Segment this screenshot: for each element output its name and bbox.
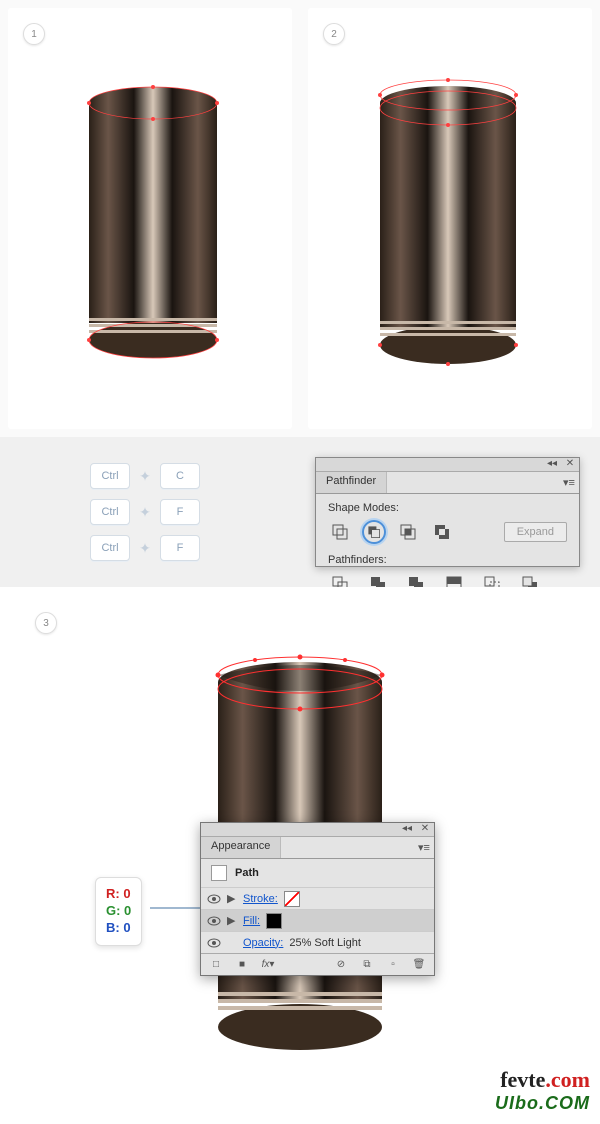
key-f: F xyxy=(160,499,200,525)
pathfinder-panel: ◂◂ ✕ Pathfinder ▾≡ Shape Modes: Expand P… xyxy=(315,457,580,567)
add-stroke-icon[interactable]: □ xyxy=(205,956,227,974)
cylinder-illustration-1 xyxy=(78,78,228,378)
collapse-icon[interactable]: ◂◂ xyxy=(398,823,416,836)
stroke-swatch-none[interactable] xyxy=(284,891,300,907)
rgb-g: G: 0 xyxy=(106,903,131,920)
rgb-r: R: 0 xyxy=(106,886,131,903)
shape-modes-label: Shape Modes: xyxy=(328,502,567,514)
fill-row[interactable]: ▶ Fill: xyxy=(201,909,434,931)
plus-icon: ✦ xyxy=(138,469,152,483)
shortcut-copy: Ctrl ✦ C xyxy=(90,463,300,489)
new-icon[interactable]: ▫ xyxy=(382,956,404,974)
opacity-value: 25% Soft Light xyxy=(289,937,361,949)
minus-front-icon[interactable] xyxy=(362,520,386,544)
stroke-label[interactable]: Stroke: xyxy=(243,893,278,905)
appearance-footer: □ ■ fx▾ ⊘ ⧉ ▫ 🗑 xyxy=(201,953,434,975)
key-c: C xyxy=(160,463,200,489)
keyboard-shortcuts: Ctrl ✦ C Ctrl ✦ F Ctrl ✦ F xyxy=(0,457,300,567)
shortcut-paste-front-1: Ctrl ✦ F xyxy=(90,499,300,525)
expand-arrow-icon[interactable]: ▶ xyxy=(227,914,237,927)
visibility-icon[interactable] xyxy=(207,916,221,926)
step-2-cell: 2 xyxy=(308,8,592,429)
panel-menu-icon[interactable]: ▾≡ xyxy=(414,837,434,858)
rgb-b: B: 0 xyxy=(106,920,131,937)
panel-topbar: ◂◂ ✕ xyxy=(316,458,579,472)
close-icon[interactable]: ✕ xyxy=(561,458,579,471)
key-ctrl: Ctrl xyxy=(90,499,130,525)
expand-arrow-icon[interactable]: ▶ xyxy=(227,892,237,905)
collapse-icon[interactable]: ◂◂ xyxy=(543,458,561,471)
exclude-icon[interactable] xyxy=(430,520,454,544)
add-fill-icon[interactable]: ■ xyxy=(231,956,253,974)
appearance-title-row: Path xyxy=(201,859,434,887)
key-ctrl: Ctrl xyxy=(90,463,130,489)
opacity-label[interactable]: Opacity: xyxy=(243,937,283,949)
appearance-panel: ◂◂ ✕ Appearance ▾≡ Path ▶ Stroke: ▶ Fill… xyxy=(200,822,435,976)
close-icon[interactable]: ✕ xyxy=(416,823,434,836)
add-effect-icon[interactable]: fx▾ xyxy=(257,956,279,974)
step-badge-1: 1 xyxy=(23,23,45,45)
pathfinders-label: Pathfinders: xyxy=(328,554,567,566)
rgb-values-box: R: 0 G: 0 B: 0 xyxy=(95,877,142,946)
panel-menu-icon[interactable]: ▾≡ xyxy=(559,472,579,493)
key-f: F xyxy=(160,535,200,561)
step-badge-2: 2 xyxy=(323,23,345,45)
intersect-icon[interactable] xyxy=(396,520,420,544)
clear-icon[interactable]: ⊘ xyxy=(330,956,352,974)
fill-swatch-black[interactable] xyxy=(266,913,282,929)
stroke-row[interactable]: ▶ Stroke: xyxy=(201,887,434,909)
visibility-icon[interactable] xyxy=(207,894,221,904)
appearance-title: Path xyxy=(235,867,259,879)
expand-button[interactable]: Expand xyxy=(504,522,567,542)
watermark: fevte.com UIbo.COM xyxy=(495,1067,590,1114)
selection-swatch xyxy=(211,865,227,881)
step-badge-3: 3 xyxy=(35,612,57,634)
unite-icon[interactable] xyxy=(328,520,352,544)
appearance-tab[interactable]: Appearance xyxy=(201,837,281,858)
plus-icon: ✦ xyxy=(138,505,152,519)
pathfinder-tab[interactable]: Pathfinder xyxy=(316,472,387,493)
duplicate-icon[interactable]: ⧉ xyxy=(356,956,378,974)
trash-icon[interactable]: 🗑 xyxy=(408,956,430,974)
fill-label[interactable]: Fill: xyxy=(243,915,260,927)
cylinder-illustration-2 xyxy=(368,73,528,383)
opacity-row[interactable]: Opacity: 25% Soft Light xyxy=(201,931,434,953)
key-ctrl: Ctrl xyxy=(90,535,130,561)
watermark-bottom: UIbo.COM xyxy=(495,1093,590,1114)
panel-topbar: ◂◂ ✕ xyxy=(201,823,434,837)
step-1-cell: 1 xyxy=(8,8,292,429)
watermark-suffix: .com xyxy=(545,1067,590,1092)
watermark-top: fevte xyxy=(500,1067,545,1092)
visibility-icon[interactable] xyxy=(207,938,221,948)
shortcut-paste-front-2: Ctrl ✦ F xyxy=(90,535,300,561)
plus-icon: ✦ xyxy=(138,541,152,555)
